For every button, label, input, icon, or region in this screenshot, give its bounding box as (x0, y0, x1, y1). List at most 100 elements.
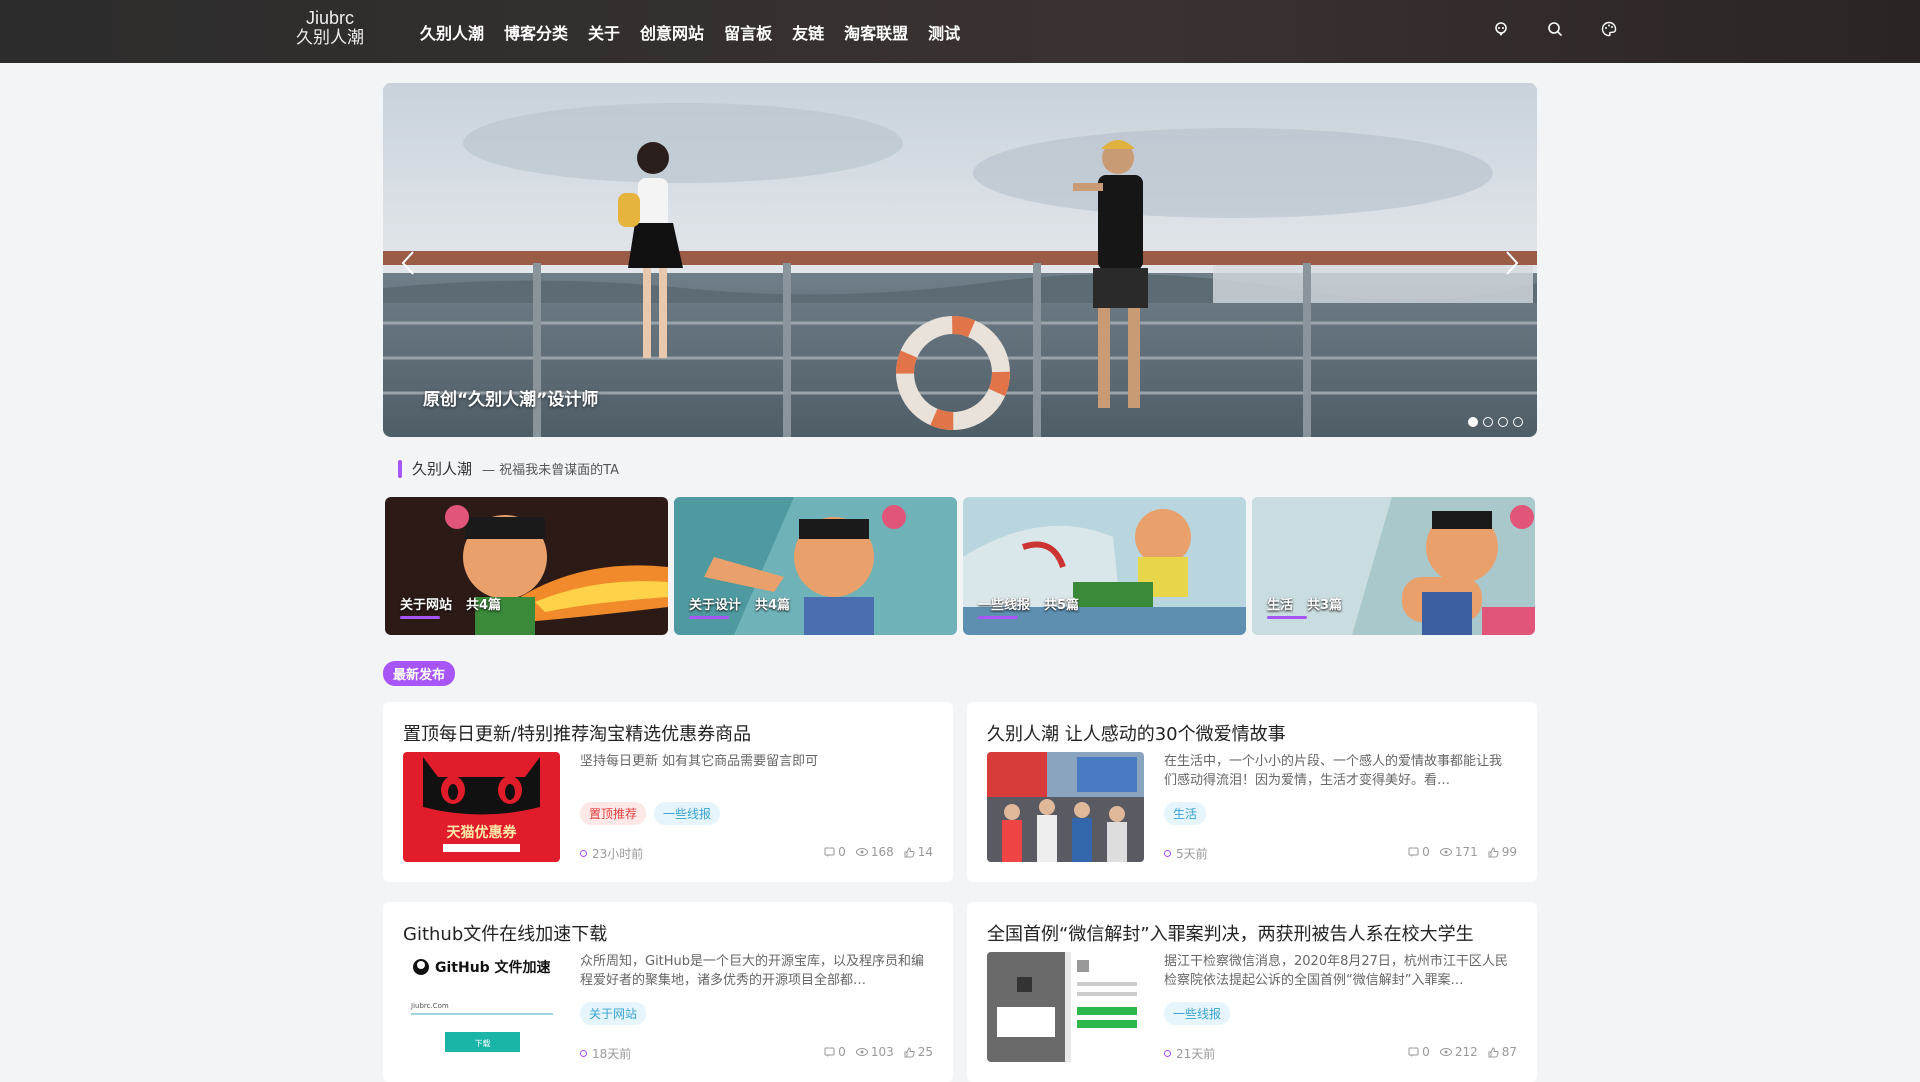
post-tags: 生活 (1164, 802, 1207, 825)
palette-icon[interactable] (1598, 18, 1620, 40)
category-label: 生活 共3篇 (1267, 598, 1343, 613)
like-count[interactable]: 99 (1488, 845, 1517, 859)
section-subtitle: — 祝福我未曾谋面的TA (482, 463, 619, 478)
post-title[interactable]: 全国首例“微信解封”入罪案判决，两获刑被告人系在校大学生 (987, 920, 1474, 946)
banner-caption: 原创“久别人潮”设计师 (423, 390, 599, 410)
post-stats: 0 212 87 (1408, 1045, 1517, 1059)
carousel-dot[interactable] (1483, 417, 1493, 427)
user-icon[interactable] (1490, 18, 1512, 40)
comment-icon (1408, 847, 1419, 857)
view-count: 168 (855, 845, 894, 859)
eye-icon (1439, 1048, 1452, 1056)
time-dot-icon (1164, 1050, 1171, 1057)
post-stats: 0 168 14 (824, 845, 933, 859)
thumb-url: Jiubrc.Com (410, 1002, 449, 1010)
thumbs-up-icon (1488, 846, 1499, 857)
tag-deals[interactable]: 一些线报 (1164, 1002, 1231, 1025)
thumbs-up-icon (904, 1046, 915, 1057)
comment-count: 0 (824, 845, 846, 859)
eye-icon (855, 848, 868, 856)
category-image (385, 497, 668, 635)
nav-item-links[interactable]: 友链 (792, 20, 824, 44)
post-excerpt: 众所周知，GitHub是一个巨大的开源宝库，以及程序员和编程爱好者的聚集地，诸多… (580, 954, 925, 988)
post-thumbnail[interactable]: GitHub 文件加速 Jiubrc.Com 下载 (403, 952, 560, 1062)
comment-count: 0 (824, 1045, 846, 1059)
post-thumbnail[interactable] (987, 952, 1144, 1062)
search-icon[interactable] (1544, 18, 1566, 40)
comment-icon (1408, 1047, 1419, 1057)
nav-item-about[interactable]: 关于 (588, 20, 620, 44)
comment-count: 0 (1408, 1045, 1430, 1059)
category-underline (689, 616, 729, 619)
header-actions (1490, 18, 1620, 40)
view-count: 212 (1439, 1045, 1478, 1059)
post-card[interactable]: 置顶每日更新/特别推荐淘宝精选优惠券商品 天猫优惠券 坚持每日更新 如有其它商品… (383, 702, 953, 882)
post-tags: 一些线报 (1164, 1002, 1231, 1025)
nav-item-taoke[interactable]: 淘客联盟 (844, 20, 908, 44)
thumb-title: GitHub 文件加速 (435, 959, 551, 976)
carousel-indicators (1468, 417, 1523, 427)
hero-carousel[interactable]: 原创“久别人潮”设计师 (383, 83, 1537, 437)
nav-item-home[interactable]: 久别人潮 (420, 20, 484, 44)
comment-count: 0 (1408, 845, 1430, 859)
category-card-about-site[interactable]: 关于网站 共4篇 (385, 497, 668, 635)
category-cards: 关于网站 共4篇 关于设计 共4篇 一些线报 共5篇 生活 共3篇 (385, 497, 1535, 635)
site-logo[interactable]: Jiubrc 久别人潮 (290, 8, 370, 48)
category-card-about-design[interactable]: 关于设计 共4篇 (674, 497, 957, 635)
post-title[interactable]: 久别人潮 让人感动的30个微爱情故事 (987, 720, 1286, 746)
category-label: 一些线报 共5篇 (978, 598, 1080, 613)
eye-icon (1439, 848, 1452, 856)
heading-accent-bar (398, 459, 402, 478)
post-excerpt: 在生活中，一个小小的片段、一个感人的爱情故事都能让我们感动得流泪！因为爱情，生活… (1164, 754, 1503, 788)
post-title[interactable]: 置顶每日更新/特别推荐淘宝精选优惠券商品 (403, 720, 751, 746)
category-underline (400, 616, 440, 619)
post-tags: 置顶推荐 一些线报 (580, 802, 721, 825)
category-image (963, 497, 1246, 635)
main-nav: 久别人潮 博客分类 关于 创意网站 留言板 友链 淘客联盟 测试 (420, 0, 980, 63)
post-tags: 关于网站 (580, 1002, 647, 1025)
like-count[interactable]: 87 (1488, 1045, 1517, 1059)
post-time: 5天前 (1164, 845, 1208, 862)
nav-item-test[interactable]: 测试 (928, 20, 960, 44)
carousel-dot[interactable] (1498, 417, 1508, 427)
time-dot-icon (1164, 850, 1171, 857)
like-count[interactable]: 25 (904, 1045, 933, 1059)
tag-deals[interactable]: 一些线报 (654, 802, 721, 825)
nav-item-guestbook[interactable]: 留言板 (724, 20, 772, 44)
category-label: 关于设计 共4篇 (689, 598, 791, 613)
carousel-prev-button[interactable] (393, 243, 423, 283)
thumbs-up-icon (904, 846, 915, 857)
post-thumbnail[interactable]: 天猫优惠券 (403, 752, 560, 862)
tag-pinned[interactable]: 置顶推荐 (580, 802, 647, 825)
post-time: 18天前 (580, 1045, 631, 1062)
nav-item-categories[interactable]: 博客分类 (504, 20, 568, 44)
nav-item-creative-sites[interactable]: 创意网站 (640, 20, 704, 44)
post-thumbnail[interactable] (987, 752, 1144, 862)
carousel-next-button[interactable] (1497, 243, 1527, 283)
comment-icon (824, 1047, 835, 1057)
post-stats: 0 103 25 (824, 1045, 933, 1059)
post-card[interactable]: Github文件在线加速下载 GitHub 文件加速 Jiubrc.Com 下载… (383, 902, 953, 1082)
category-image (1252, 497, 1535, 635)
post-time: 23小时前 (580, 845, 643, 862)
category-card-deals[interactable]: 一些线报 共5篇 (963, 497, 1246, 635)
category-card-life[interactable]: 生活 共3篇 (1252, 497, 1535, 635)
post-excerpt: 坚持每日更新 如有其它商品需要留言即可 (580, 754, 819, 769)
post-title[interactable]: Github文件在线加速下载 (403, 920, 607, 946)
logo-text-en: Jiubrc (305, 8, 354, 28)
logo-text-cn: 久别人潮 (296, 28, 364, 48)
tag-about-site[interactable]: 关于网站 (580, 1002, 647, 1025)
carousel-dot[interactable] (1513, 417, 1523, 427)
post-card[interactable]: 久别人潮 让人感动的30个微爱情故事 在生活中，一个小小的片段、一个感人的爱情故… (967, 702, 1537, 882)
section-heading: 久别人潮 — 祝福我未曾谋面的TA (398, 458, 619, 479)
top-navbar: Jiubrc 久别人潮 久别人潮 博客分类 关于 创意网站 留言板 友链 淘客联… (0, 0, 1920, 63)
post-stats: 0 171 99 (1408, 845, 1517, 859)
tag-life[interactable]: 生活 (1164, 802, 1207, 825)
post-time: 21天前 (1164, 1045, 1215, 1062)
like-count[interactable]: 14 (904, 845, 933, 859)
banner-image (383, 83, 1537, 437)
post-card[interactable]: 全国首例“微信解封”入罪案判决，两获刑被告人系在校大学生 据江干检察微信消息，2… (967, 902, 1537, 1082)
carousel-dot[interactable] (1468, 417, 1478, 427)
category-underline (1267, 616, 1307, 619)
view-count: 103 (855, 1045, 894, 1059)
